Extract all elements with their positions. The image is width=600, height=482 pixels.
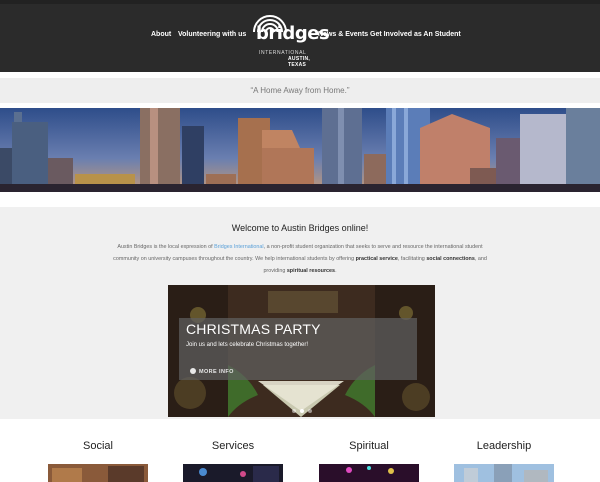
nav-about[interactable]: About [151,31,171,38]
social-connections-text: social connections [426,256,475,262]
nav-news-events[interactable]: News & Events [318,31,368,38]
category-spiritual-title[interactable]: Spiritual [319,440,419,452]
category-services-image[interactable] [183,464,283,482]
welcome-section: Welcome to Austin Bridges online! Austin… [0,207,600,419]
category-leadership-image[interactable] [454,464,554,482]
category-spiritual-image[interactable] [319,464,419,482]
welcome-text: , facilitating [397,256,427,262]
skyline-banner-image [0,108,600,192]
site-header: About Volunteering with us bridges INTER… [0,0,600,72]
welcome-title: Welcome to Austin Bridges online! [231,223,369,233]
nav-get-involved[interactable]: Get Involved as An Student [370,31,461,38]
category-social-title[interactable]: Social [48,440,148,452]
tagline-bar: “A Home Away from Home.” [0,78,600,103]
event-slider[interactable]: CHRISTMAS PARTY Join us and lets celebra… [168,285,435,417]
slide-description: Join us and lets celebrate Christmas tog… [186,342,309,348]
bridges-international-link[interactable]: Bridges International [214,244,263,250]
slide-caption: CHRISTMAS PARTY Join us and lets celebra… [179,318,417,380]
tagline: “A Home Away from Home.” [250,86,350,95]
slider-dot-1[interactable] [291,409,296,413]
slider-dot-2[interactable] [299,409,304,413]
arrow-circle-icon [190,368,196,374]
more-info-label: MORE INFO [199,369,234,375]
slider-pagination [168,409,435,413]
spiritual-resources-text: spiritual resources [286,268,336,274]
welcome-text: Austin Bridges is the local expression o… [117,244,215,250]
slider-dot-3[interactable] [307,409,312,413]
slide-title: CHRISTMAS PARTY [186,321,321,337]
nav-volunteering[interactable]: Volunteering with us [178,31,246,38]
category-social-image[interactable] [48,464,148,482]
welcome-paragraph: Austin Bridges is the local expression o… [105,241,495,277]
category-services-title[interactable]: Services [183,440,283,452]
category-leadership-title[interactable]: Leadership [454,440,554,452]
welcome-text: . [335,268,337,274]
more-info-button[interactable]: MORE INFO [190,368,234,375]
logo-location: AUSTIN, TEXAS [288,56,311,68]
practical-service-text: practical service [355,256,398,262]
bridges-logo[interactable]: bridges INTERNATIONAL AUSTIN, TEXAS [248,8,330,68]
